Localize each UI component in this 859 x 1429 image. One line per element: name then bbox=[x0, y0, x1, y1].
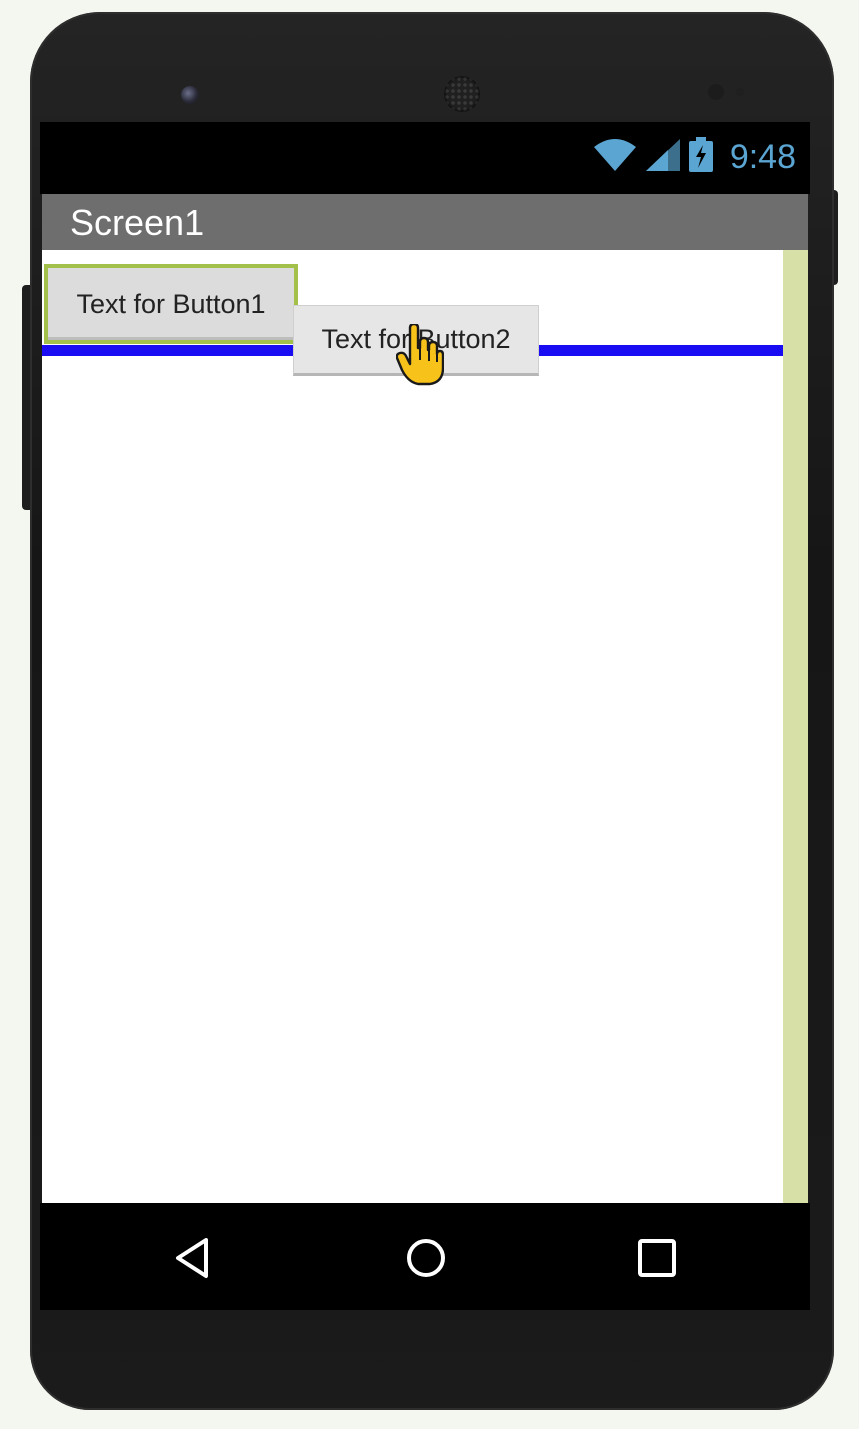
proximity-sensor bbox=[708, 84, 724, 100]
screen-scroll-edge bbox=[783, 250, 808, 1203]
recents-icon[interactable] bbox=[634, 1235, 680, 1281]
light-sensor bbox=[736, 88, 744, 96]
navigation-bar bbox=[40, 1203, 810, 1310]
app-title-bar: Screen1 bbox=[42, 194, 808, 250]
status-icons: 9:48 bbox=[592, 134, 796, 180]
status-bar: 9:48 bbox=[40, 122, 810, 194]
hand-pointer-icon bbox=[395, 322, 445, 386]
wifi-icon bbox=[592, 137, 638, 177]
cell-signal-icon bbox=[644, 137, 682, 177]
button1[interactable]: Text for Button1 bbox=[44, 264, 298, 344]
front-camera bbox=[181, 86, 199, 104]
clock: 9:48 bbox=[729, 137, 796, 176]
screen-canvas[interactable]: Text for Button1 Text for Button2 bbox=[42, 250, 808, 1203]
button1-label: Text for Button1 bbox=[76, 288, 266, 319]
home-icon[interactable] bbox=[403, 1235, 449, 1281]
back-icon[interactable] bbox=[172, 1235, 218, 1281]
screen-title: Screen1 bbox=[70, 202, 205, 243]
earpiece-speaker bbox=[444, 76, 480, 112]
battery-charging-icon bbox=[688, 137, 714, 177]
